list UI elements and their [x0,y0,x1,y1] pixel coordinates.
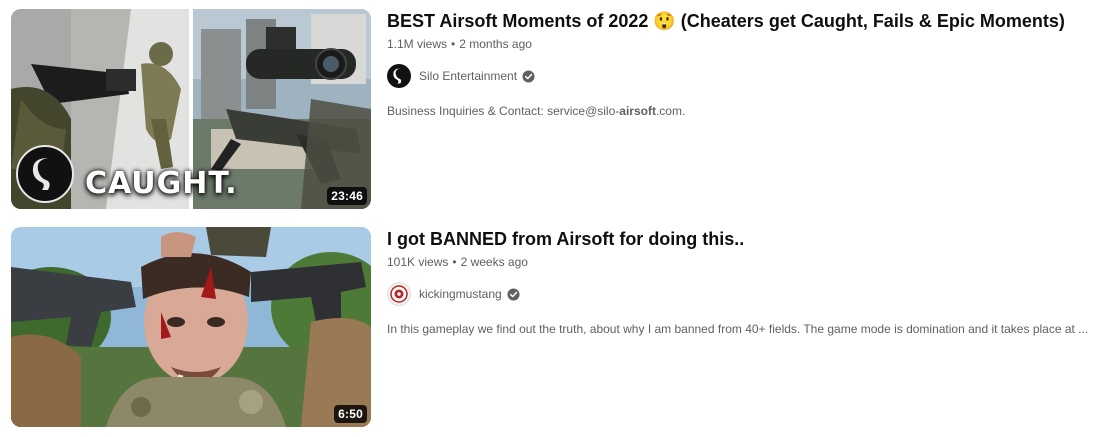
description-text: In this gameplay we find out the truth, … [387,322,1089,336]
video-thumbnail[interactable]: 6:50 [11,227,371,427]
meta-separator: • [452,255,457,269]
video-metadata: 1.1M views • 2 months ago [387,36,1096,52]
view-count: 101K views [387,255,449,269]
channel-row[interactable]: Silo Entertainment [387,64,1096,88]
video-title[interactable]: I got BANNED from Airsoft for doing this… [387,227,1096,251]
verified-badge-icon [522,69,535,83]
video-result[interactable]: CAUGHT. 23:46 BEST Airsoft Moments of 20… [11,9,1096,209]
channel-logo-overlay [16,145,74,203]
video-metadata: 101K views • 2 weeks ago [387,254,1096,270]
video-description: In this gameplay we find out the truth, … [387,320,1089,338]
video-description: Business Inquiries & Contact: service@si… [387,102,1089,120]
video-info: BEST Airsoft Moments of 2022 😲 (Cheaters… [387,9,1096,209]
duration-badge: 23:46 [327,187,367,205]
description-highlight: airsoft [619,104,656,118]
channel-avatar[interactable] [387,282,411,306]
meta-separator: • [451,37,456,51]
view-count: 1.1M views [387,37,448,51]
thumbnail-overlay-text: CAUGHT. [85,166,238,201]
video-title[interactable]: BEST Airsoft Moments of 2022 😲 (Cheaters… [387,9,1096,33]
upload-age: 2 weeks ago [460,255,528,269]
thumbnail-image [11,227,371,427]
channel-name[interactable]: Silo Entertainment [419,69,517,83]
silo-logo-icon [32,158,50,190]
channel-name[interactable]: kickingmustang [419,287,502,301]
verified-badge-icon [507,287,520,301]
channel-row[interactable]: kickingmustang [387,282,1096,306]
duration-badge: 6:50 [334,405,367,423]
description-text-end: .com. [655,104,686,118]
upload-age: 2 months ago [459,37,532,51]
channel-avatar[interactable] [387,64,411,88]
silo-logo-icon [393,68,402,84]
video-info: I got BANNED from Airsoft for doing this… [387,227,1096,427]
video-thumbnail[interactable]: CAUGHT. 23:46 [11,9,371,209]
video-result[interactable]: 6:50 I got BANNED from Airsoft for doing… [11,227,1096,427]
kickingmustang-logo-icon [390,285,408,303]
description-text: Business Inquiries & Contact: service@si… [387,104,620,118]
